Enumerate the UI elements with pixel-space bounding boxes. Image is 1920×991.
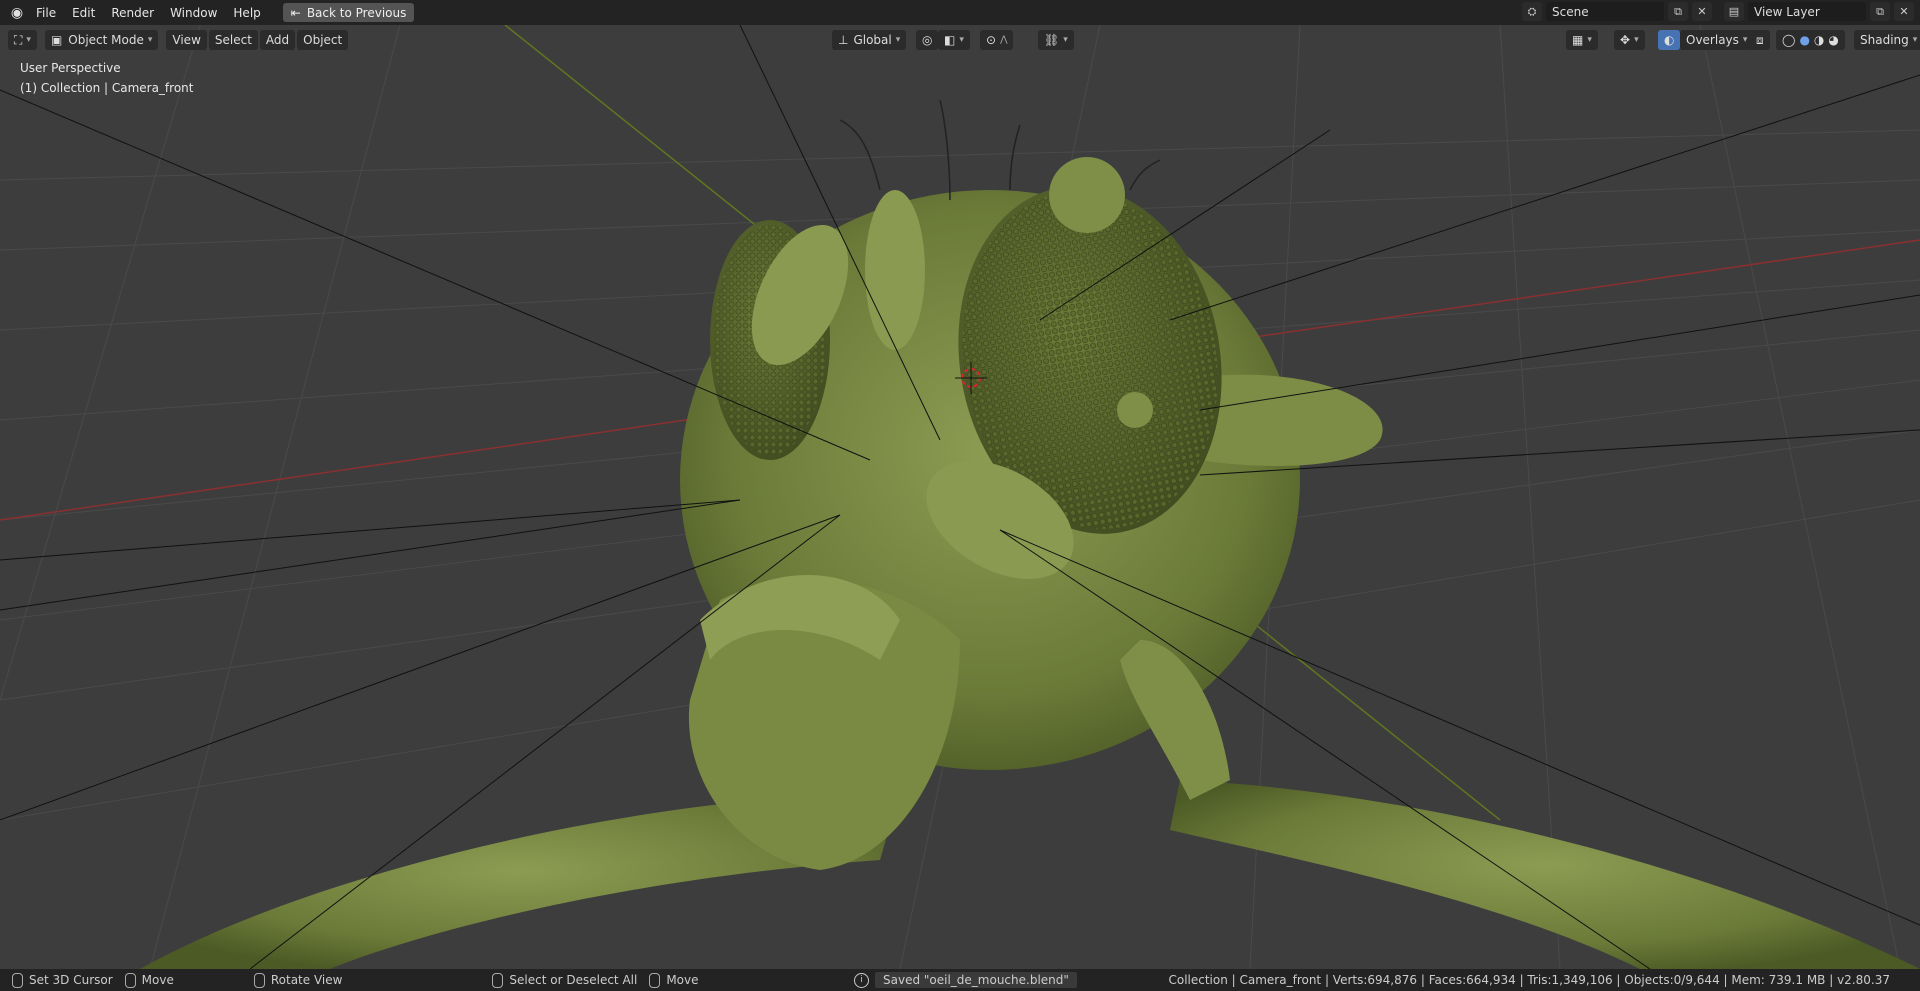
saved-message: Saved "oeil_de_mouche.blend" xyxy=(875,972,1077,988)
top-bar: ◉ File Edit Render Window Help ⇤ Back to… xyxy=(0,0,1920,25)
save-report: i Saved "oeil_de_mouche.blend" xyxy=(854,972,1077,988)
mode-selector[interactable]: ▣ Object Mode ▾ xyxy=(44,30,159,50)
hint-set-3d-cursor: Set 3D Cursor xyxy=(12,972,113,988)
3d-viewport[interactable]: User Perspective (1) Collection | Camera… xyxy=(0,25,1920,969)
mouse-middle-icon xyxy=(253,972,265,988)
scene-browse-icon[interactable]: ⛭ xyxy=(1522,2,1542,21)
viewport-menu-select[interactable]: Select xyxy=(208,30,258,50)
hint-label: Set 3D Cursor xyxy=(29,973,113,987)
chevron-down-icon: ▾ xyxy=(1912,35,1918,45)
frontal-ridge-shape xyxy=(865,190,925,350)
chevron-down-icon: ▾ xyxy=(1742,35,1748,45)
hint-label: Select or Deselect All xyxy=(509,973,638,987)
delete-view-layer-icon[interactable]: ✕ xyxy=(1894,2,1914,21)
blender-logo-icon[interactable]: ◉ xyxy=(6,2,28,24)
view-layer-text: View Layer xyxy=(1754,4,1820,19)
gizmo-icon: ✥ xyxy=(1620,33,1631,47)
hint-move-2: Move xyxy=(649,972,699,988)
menu-window[interactable]: Window xyxy=(162,2,225,24)
viewport-scene xyxy=(0,25,1920,969)
delete-scene-icon[interactable]: ✕ xyxy=(1692,2,1712,21)
proportional-icon: ⊙ xyxy=(986,33,997,47)
shading-label: Shading xyxy=(1860,33,1909,47)
eye-bump xyxy=(1117,392,1153,428)
shading-dropdown[interactable]: Shading ▾ xyxy=(1854,30,1920,50)
xray-button[interactable]: ⧈ xyxy=(1750,30,1770,50)
hint-label: Move xyxy=(666,973,699,987)
pivot-icon: ◎ xyxy=(922,33,933,47)
viewport-header: ⛶ ▾ ▣ Object Mode ▾ View Select Add Objec… xyxy=(0,27,1920,53)
mouse-left-icon xyxy=(12,972,23,988)
gizmo-button[interactable]: ✥ ▾ xyxy=(1614,30,1645,50)
editor-type-icon: ⛶ xyxy=(14,32,23,47)
visibility-icon: ▦ xyxy=(1572,33,1584,47)
shading-modes[interactable]: ◯ ● ◑ ◕ xyxy=(1776,30,1845,50)
orientation-label: Global xyxy=(853,33,892,47)
chevron-down-icon: ▾ xyxy=(1063,35,1068,45)
menu-render[interactable]: Render xyxy=(103,2,162,24)
object-type-visibility-button[interactable]: ▦ ▾ xyxy=(1566,30,1598,50)
back-icon: ⇤ xyxy=(290,5,301,20)
overlays-toggle[interactable]: ◐ xyxy=(1658,30,1681,50)
overlays-icon: ◐ xyxy=(1664,33,1675,47)
scene-statistics: Collection | Camera_front | Verts:694,87… xyxy=(1168,973,1890,987)
scene-name-text: Scene xyxy=(1552,4,1589,19)
back-to-previous-label: Back to Previous xyxy=(306,5,407,20)
editor-type-button[interactable]: ⛶ ▾ xyxy=(8,30,37,50)
menu-edit[interactable]: Edit xyxy=(64,2,103,24)
link-button[interactable]: ⛓ ▾ xyxy=(1038,30,1074,50)
hint-move: Move xyxy=(124,972,174,988)
new-view-layer-icon[interactable]: ⧉ xyxy=(1870,2,1890,21)
mouse-drag-icon xyxy=(124,972,136,988)
falloff-icon: ⋀ xyxy=(1000,35,1008,45)
overlays-label: Overlays xyxy=(1686,33,1739,47)
view-perspective-label: User Perspective xyxy=(20,61,121,75)
info-icon: i xyxy=(854,972,869,988)
viewport-menu-add[interactable]: Add xyxy=(259,30,296,50)
view-collection-label: (1) Collection | Camera_front xyxy=(20,81,194,95)
mouse-right-icon xyxy=(492,972,504,988)
xray-icon: ⧈ xyxy=(1756,32,1764,47)
viewport-menu-object[interactable]: Object xyxy=(297,30,349,50)
material-shading-icon[interactable]: ◑ xyxy=(1814,33,1824,47)
chevron-down-icon: ▾ xyxy=(1587,35,1592,45)
rendered-shading-icon[interactable]: ◕ xyxy=(1828,33,1838,47)
snap-icon: ◧ xyxy=(944,33,956,47)
right-leg-shape xyxy=(1170,780,1920,969)
link-icon: ⛓ xyxy=(1044,33,1060,47)
chevron-down-icon: ▾ xyxy=(959,35,964,45)
hint-label: Move xyxy=(141,973,174,987)
solid-shading-icon[interactable]: ● xyxy=(1799,33,1809,47)
chevron-down-icon: ▾ xyxy=(895,35,901,45)
menu-help[interactable]: Help xyxy=(225,2,268,24)
hint-rotate-view: Rotate View xyxy=(253,972,343,988)
chevron-down-icon: ▾ xyxy=(1634,35,1639,45)
wireframe-shading-icon[interactable]: ◯ xyxy=(1782,33,1795,47)
viewport-menu-view[interactable]: View xyxy=(166,30,207,50)
chevron-down-icon: ▾ xyxy=(26,35,31,45)
object-mode-icon: ▣ xyxy=(50,33,63,47)
back-to-previous-button[interactable]: ⇤ Back to Previous xyxy=(282,3,415,22)
chevron-down-icon: ▾ xyxy=(147,35,153,45)
scene-name-field[interactable]: Scene xyxy=(1546,2,1664,21)
ocellus-bump xyxy=(1049,157,1125,233)
snap-button[interactable]: ◧ ▾ xyxy=(938,30,970,50)
transform-orientation-selector[interactable]: ⊥ Global ▾ xyxy=(832,30,907,50)
mode-label: Object Mode xyxy=(68,33,144,47)
scene-controls: ⛭ Scene ⧉ ✕ ▤ View Layer ⧉ ✕ xyxy=(1522,2,1914,21)
orientation-icon: ⊥ xyxy=(838,33,849,47)
menu-file[interactable]: File xyxy=(28,2,64,24)
mouse-drag-icon xyxy=(649,972,661,988)
hint-label: Rotate View xyxy=(270,973,343,987)
hint-select: Select or Deselect All xyxy=(492,972,638,988)
overlays-dropdown[interactable]: Overlays ▾ xyxy=(1680,30,1754,50)
new-scene-icon[interactable]: ⧉ xyxy=(1668,2,1688,21)
pivot-point-button[interactable]: ◎ xyxy=(916,30,939,50)
proportional-editing-button[interactable]: ⊙ ⋀ xyxy=(980,30,1014,50)
status-bar: Set 3D Cursor Move Rotate View Select or… xyxy=(0,969,1920,991)
view-layer-browse-icon[interactable]: ▤ xyxy=(1724,2,1744,21)
view-layer-field[interactable]: View Layer xyxy=(1748,2,1866,21)
